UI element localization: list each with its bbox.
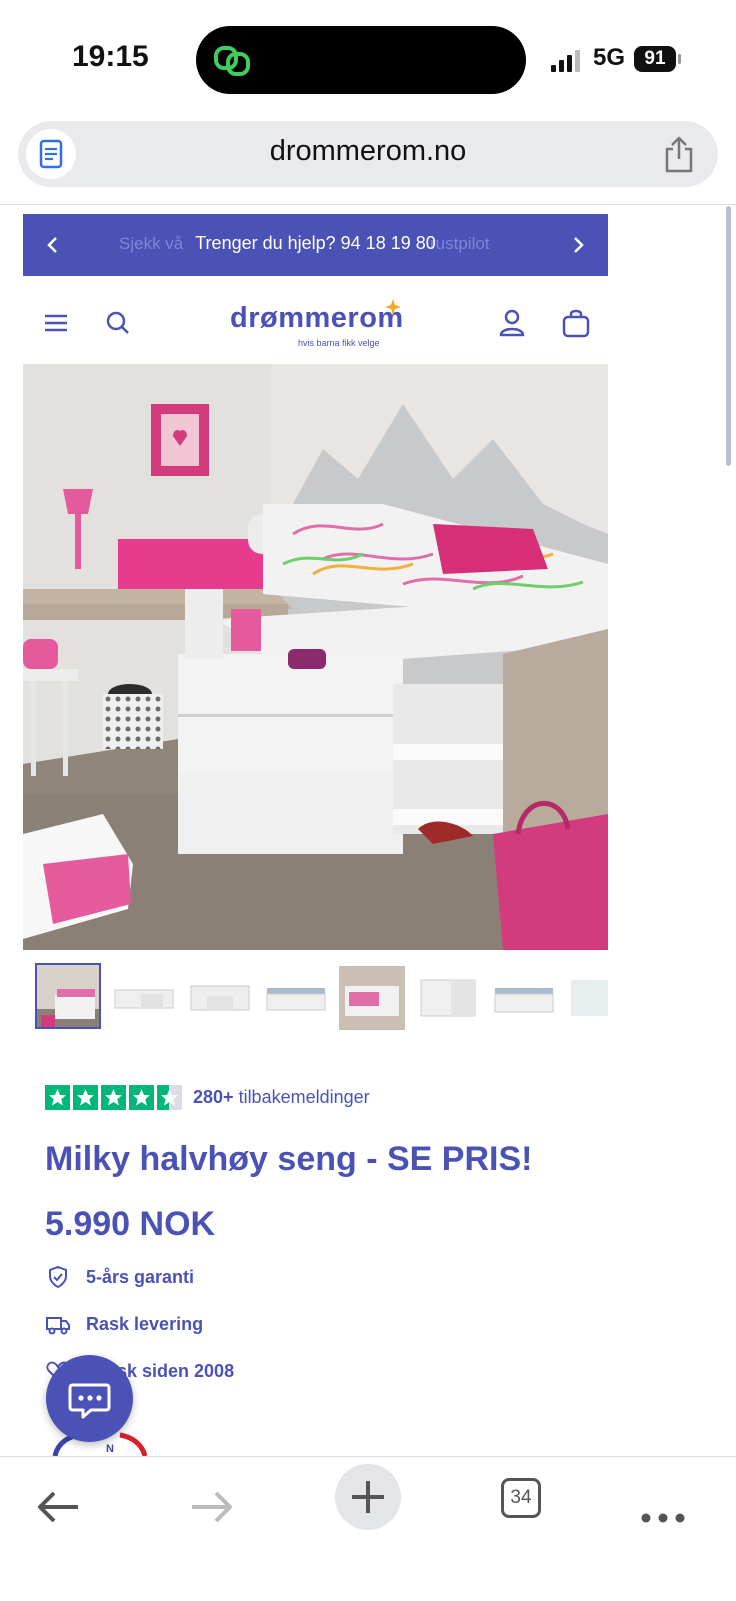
back-icon[interactable] — [28, 1477, 88, 1537]
rating-stars-icon — [45, 1085, 182, 1110]
chat-button[interactable] — [46, 1355, 133, 1442]
network-type: 5G — [593, 44, 626, 71]
new-tab-button[interactable] — [335, 1464, 401, 1530]
toolbar-divider — [0, 204, 736, 205]
thumbnail-2[interactable] — [111, 966, 177, 1030]
thumbnail-7[interactable] — [491, 966, 557, 1030]
site-logo[interactable]: drømmerom hvis barna fikk velge — [230, 299, 405, 348]
reviews-link[interactable]: 280+ tilbakemeldinger — [193, 1087, 370, 1108]
reviews-label: tilbakemeldinger — [238, 1087, 370, 1107]
scrollbar[interactable] — [726, 206, 731, 466]
thumbnail-6[interactable] — [415, 966, 481, 1030]
promo-banner: Sjekk vå rustpilot Trenger du hjelp? 94 … — [23, 214, 608, 276]
truck-icon — [46, 1317, 70, 1335]
tab-count-button[interactable]: 34 — [501, 1478, 541, 1518]
plus-icon — [352, 1481, 384, 1513]
product-main-image[interactable] — [23, 364, 608, 950]
account-icon[interactable] — [495, 306, 529, 340]
product-price: 5.990 NOK — [45, 1205, 216, 1243]
battery-level: 91 — [634, 46, 676, 72]
usp-warranty-label: 5-års garanti — [86, 1267, 195, 1287]
browser-toolbar: 34 — [0, 1456, 736, 1601]
chat-icon — [68, 1383, 111, 1419]
menu-icon[interactable] — [39, 306, 73, 340]
usp-delivery-label: Rask levering — [86, 1314, 204, 1334]
logo-tagline: hvis barna fikk velge — [298, 338, 380, 348]
thumbnail-8[interactable] — [567, 966, 608, 1030]
thumbnail-4[interactable] — [263, 966, 329, 1030]
promo-text[interactable]: Trenger du hjelp? 94 18 19 80 — [23, 233, 608, 254]
more-icon[interactable] — [634, 1477, 694, 1537]
reviews-count: 280+ — [193, 1087, 234, 1107]
cart-icon[interactable] — [559, 306, 593, 340]
logo-wordmark: drømmerom — [230, 302, 404, 334]
status-bar: 19:15 5G 91 — [0, 0, 736, 118]
address-bar[interactable]: drommerom.no — [18, 121, 718, 187]
site-header: drømmerom hvis barna fikk velge — [23, 288, 608, 358]
thumbnail-strip — [23, 960, 608, 1036]
signal-icon — [551, 50, 580, 72]
shield-check-icon — [49, 1265, 67, 1289]
product-title: Milky halvhøy seng - SE PRIS! — [45, 1140, 533, 1178]
status-time: 19:15 — [72, 40, 149, 73]
bed-photo — [23, 364, 608, 950]
url-text[interactable]: drommerom.no — [18, 135, 718, 168]
link-activity-icon — [214, 46, 250, 76]
thumbnail-1[interactable] — [35, 963, 101, 1029]
svg-text:N: N — [106, 1443, 114, 1455]
search-icon[interactable] — [101, 306, 135, 340]
share-icon[interactable] — [662, 135, 696, 173]
battery-tip — [678, 54, 681, 64]
thumbnail-5[interactable] — [339, 966, 405, 1030]
forward-icon[interactable] — [182, 1477, 242, 1537]
star-icon — [385, 299, 401, 315]
thumbnail-3[interactable] — [187, 966, 253, 1030]
chevron-right-icon[interactable] — [564, 231, 592, 259]
dynamic-island — [196, 26, 526, 94]
